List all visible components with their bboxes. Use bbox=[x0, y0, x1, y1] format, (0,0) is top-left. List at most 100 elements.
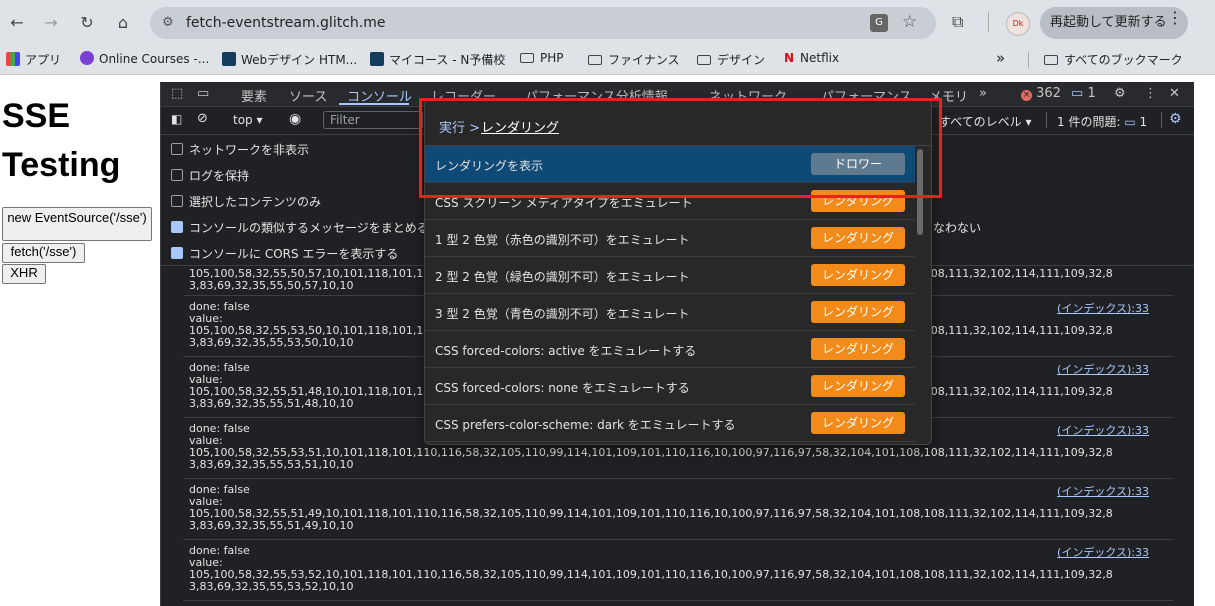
command-item[interactable]: CSS forced-colors: none をエミュレートする レンダリング bbox=[425, 368, 915, 405]
divider bbox=[1161, 112, 1162, 128]
folder-icon bbox=[697, 55, 711, 65]
udemy-icon bbox=[80, 51, 94, 65]
fetch-button[interactable]: fetch('/sse') bbox=[2, 243, 85, 263]
log-source-link[interactable]: (インデックス):33 bbox=[1057, 300, 1149, 316]
log-entry: done: false value: 105,100,58,32,55,51,4… bbox=[189, 484, 1174, 532]
bookmark-web-design[interactable]: Webデザイン HTM... bbox=[222, 51, 357, 68]
log-level-label: すべてのレベル bbox=[939, 115, 1022, 129]
bookmark-my-course[interactable]: マイコース - N予備校 bbox=[370, 51, 505, 68]
checkbox-icon[interactable] bbox=[171, 143, 183, 155]
bookmark-php[interactable]: PHP bbox=[520, 51, 564, 65]
devtools-menu-icon[interactable]: ⋮ bbox=[1144, 86, 1157, 101]
checkbox-icon[interactable] bbox=[171, 169, 183, 181]
command-label: 3 型 2 色覚（青色の識別不可）をエミュレート bbox=[435, 307, 690, 321]
kebab-menu-icon[interactable]: ⋮ bbox=[1167, 8, 1183, 27]
close-icon[interactable]: ✕ bbox=[1169, 86, 1180, 101]
highlight-annotation bbox=[419, 98, 942, 198]
bookmark-design[interactable]: デザイン bbox=[697, 51, 765, 68]
context-selector[interactable]: top ▾ bbox=[233, 113, 263, 127]
home-icon[interactable]: ⌂ bbox=[110, 10, 136, 36]
back-icon[interactable]: ← bbox=[4, 10, 30, 36]
new-eventsource-button[interactable]: new EventSource('/sse') bbox=[2, 207, 152, 241]
command-item[interactable]: 1 型 2 色覚（赤色の識別不可）をエミュレート レンダリング bbox=[425, 220, 915, 257]
command-item[interactable]: CSS prefers-color-scheme: dark をエミュレートする… bbox=[425, 405, 915, 442]
bookmark-label: ファイナンス bbox=[608, 53, 680, 67]
console-settings-gear-icon[interactable]: ⚙ bbox=[1169, 111, 1182, 127]
log-entry: done: false value: 105,100,58,32,55,53,5… bbox=[189, 545, 1174, 593]
bookmark-star-icon[interactable]: ☆ bbox=[902, 12, 917, 32]
option-label: ログを保持 bbox=[189, 169, 250, 183]
relaunch-button[interactable]: 再起動して更新する bbox=[1040, 7, 1188, 39]
issues-label: 1 件の問題: bbox=[1057, 115, 1121, 129]
live-expression-eye-icon[interactable]: ◉ bbox=[289, 111, 301, 127]
bookmark-netflix[interactable]: N Netflix bbox=[784, 51, 839, 65]
log-source-link[interactable]: (インデックス):33 bbox=[1057, 422, 1149, 438]
command-item[interactable]: CSS forced-colors: active をエミュレートする レンダリ… bbox=[425, 331, 915, 368]
log-source-link[interactable]: (インデックス):33 bbox=[1057, 544, 1149, 560]
command-category-tag: レンダリング bbox=[811, 338, 905, 360]
message-counter[interactable]: ▭ 1 bbox=[1071, 86, 1096, 101]
option-label: 選択したコンテンツのみ bbox=[189, 195, 322, 209]
bookmark-apps[interactable]: アプリ bbox=[6, 51, 61, 68]
bookmark-online-courses[interactable]: Online Courses -... bbox=[80, 51, 209, 66]
divider bbox=[183, 539, 1173, 540]
avatar[interactable]: Dk bbox=[1006, 12, 1030, 36]
xhr-button[interactable]: XHR bbox=[2, 264, 46, 284]
error-counter[interactable]: × 362 bbox=[1021, 86, 1061, 101]
command-category-tag: レンダリング bbox=[811, 227, 905, 249]
option-selected-context-only[interactable]: 選択したコンテンツのみ bbox=[171, 193, 321, 210]
divider bbox=[183, 600, 1173, 601]
tab-elements[interactable]: 要素 bbox=[241, 86, 267, 105]
site-info-icon[interactable]: ⚙ bbox=[162, 15, 178, 31]
netflix-icon: N bbox=[784, 51, 795, 65]
sidebar-toggle-icon[interactable]: ◧ bbox=[171, 112, 182, 126]
issues-button[interactable]: 1 件の問題: ▭ 1 bbox=[1057, 113, 1147, 130]
option-preserve-log[interactable]: ログを保持 bbox=[171, 167, 249, 184]
translate-icon[interactable]: G bbox=[870, 14, 888, 32]
log-line: 3,83,69,32,35,55,53,52,10,10 bbox=[189, 580, 354, 593]
reload-icon[interactable]: ↻ bbox=[74, 10, 100, 36]
option-show-cors-errors[interactable]: コンソールに CORS エラーを表示する bbox=[171, 245, 398, 262]
log-source-link[interactable]: (インデックス):33 bbox=[1057, 361, 1149, 377]
url-text[interactable]: fetch-eventstream.glitch.me bbox=[186, 15, 385, 31]
command-item[interactable]: 3 型 2 色覚（青色の識別不可）をエミュレート レンダリング bbox=[425, 294, 915, 331]
option-hide-network[interactable]: ネットワークを非表示 bbox=[171, 141, 309, 158]
device-toolbar-icon[interactable]: ▭ bbox=[197, 86, 209, 101]
filter-input[interactable]: Filter bbox=[323, 111, 423, 129]
checkbox-checked-icon[interactable] bbox=[171, 247, 183, 259]
bookmark-label: デザイン bbox=[717, 53, 766, 67]
clear-console-icon[interactable]: ⊘ bbox=[197, 111, 208, 126]
checkbox-checked-icon[interactable] bbox=[171, 221, 183, 233]
message-icon: ▭ bbox=[1071, 86, 1084, 101]
browser-toolbar: ← → ↻ ⌂ ⚙ fetch-eventstream.glitch.me G … bbox=[0, 0, 1215, 46]
more-tabs-icon[interactable]: » bbox=[979, 86, 987, 101]
option-label: コンソールに CORS エラーを表示する bbox=[189, 247, 399, 261]
bookmarks-overflow-icon[interactable]: » bbox=[996, 49, 1005, 67]
address-bar[interactable]: ⚙ fetch-eventstream.glitch.me G ☆ bbox=[150, 7, 936, 39]
command-label: CSS forced-colors: active をエミュレートする bbox=[435, 344, 697, 358]
command-category-tag: レンダリング bbox=[811, 264, 905, 286]
command-category-tag: レンダリング bbox=[811, 375, 905, 397]
n-yobiko-icon bbox=[222, 52, 236, 66]
option-label: コンソールの類似するメッセージをまとめる bbox=[189, 221, 429, 235]
log-source-link[interactable]: (インデックス):33 bbox=[1057, 483, 1149, 499]
extensions-icon[interactable]: ⧉ bbox=[952, 12, 963, 32]
bookmark-finance[interactable]: ファイナンス bbox=[588, 51, 680, 68]
issue-icon: ▭ bbox=[1124, 115, 1136, 129]
all-bookmarks[interactable]: すべてのブックマーク bbox=[1044, 51, 1183, 68]
option-group-similar[interactable]: コンソールの類似するメッセージをまとめる bbox=[171, 219, 429, 236]
settings-gear-icon[interactable]: ⚙ bbox=[1114, 86, 1126, 101]
log-line: 3,83,69,32,35,55,51,49,10,10 bbox=[189, 519, 354, 532]
log-level-dropdown[interactable]: すべてのレベル ▾ bbox=[939, 113, 1032, 130]
bookmark-label: Online Courses -... bbox=[99, 52, 210, 66]
command-label: 1 型 2 色覚（赤色の識別不可）をエミュレート bbox=[435, 233, 690, 247]
divider bbox=[183, 478, 1173, 479]
command-item[interactable]: 2 型 2 色覚（緑色の識別不可）をエミュレート レンダリング bbox=[425, 257, 915, 294]
command-category-tag: レンダリング bbox=[811, 301, 905, 323]
error-icon: × bbox=[1021, 90, 1032, 101]
forward-icon[interactable]: → bbox=[38, 10, 64, 36]
tab-sources[interactable]: ソース bbox=[289, 86, 327, 105]
inspect-icon[interactable]: ⬚ bbox=[171, 86, 183, 101]
checkbox-icon[interactable] bbox=[171, 195, 183, 207]
command-label: CSS prefers-color-scheme: dark をエミュレートする bbox=[435, 418, 736, 432]
